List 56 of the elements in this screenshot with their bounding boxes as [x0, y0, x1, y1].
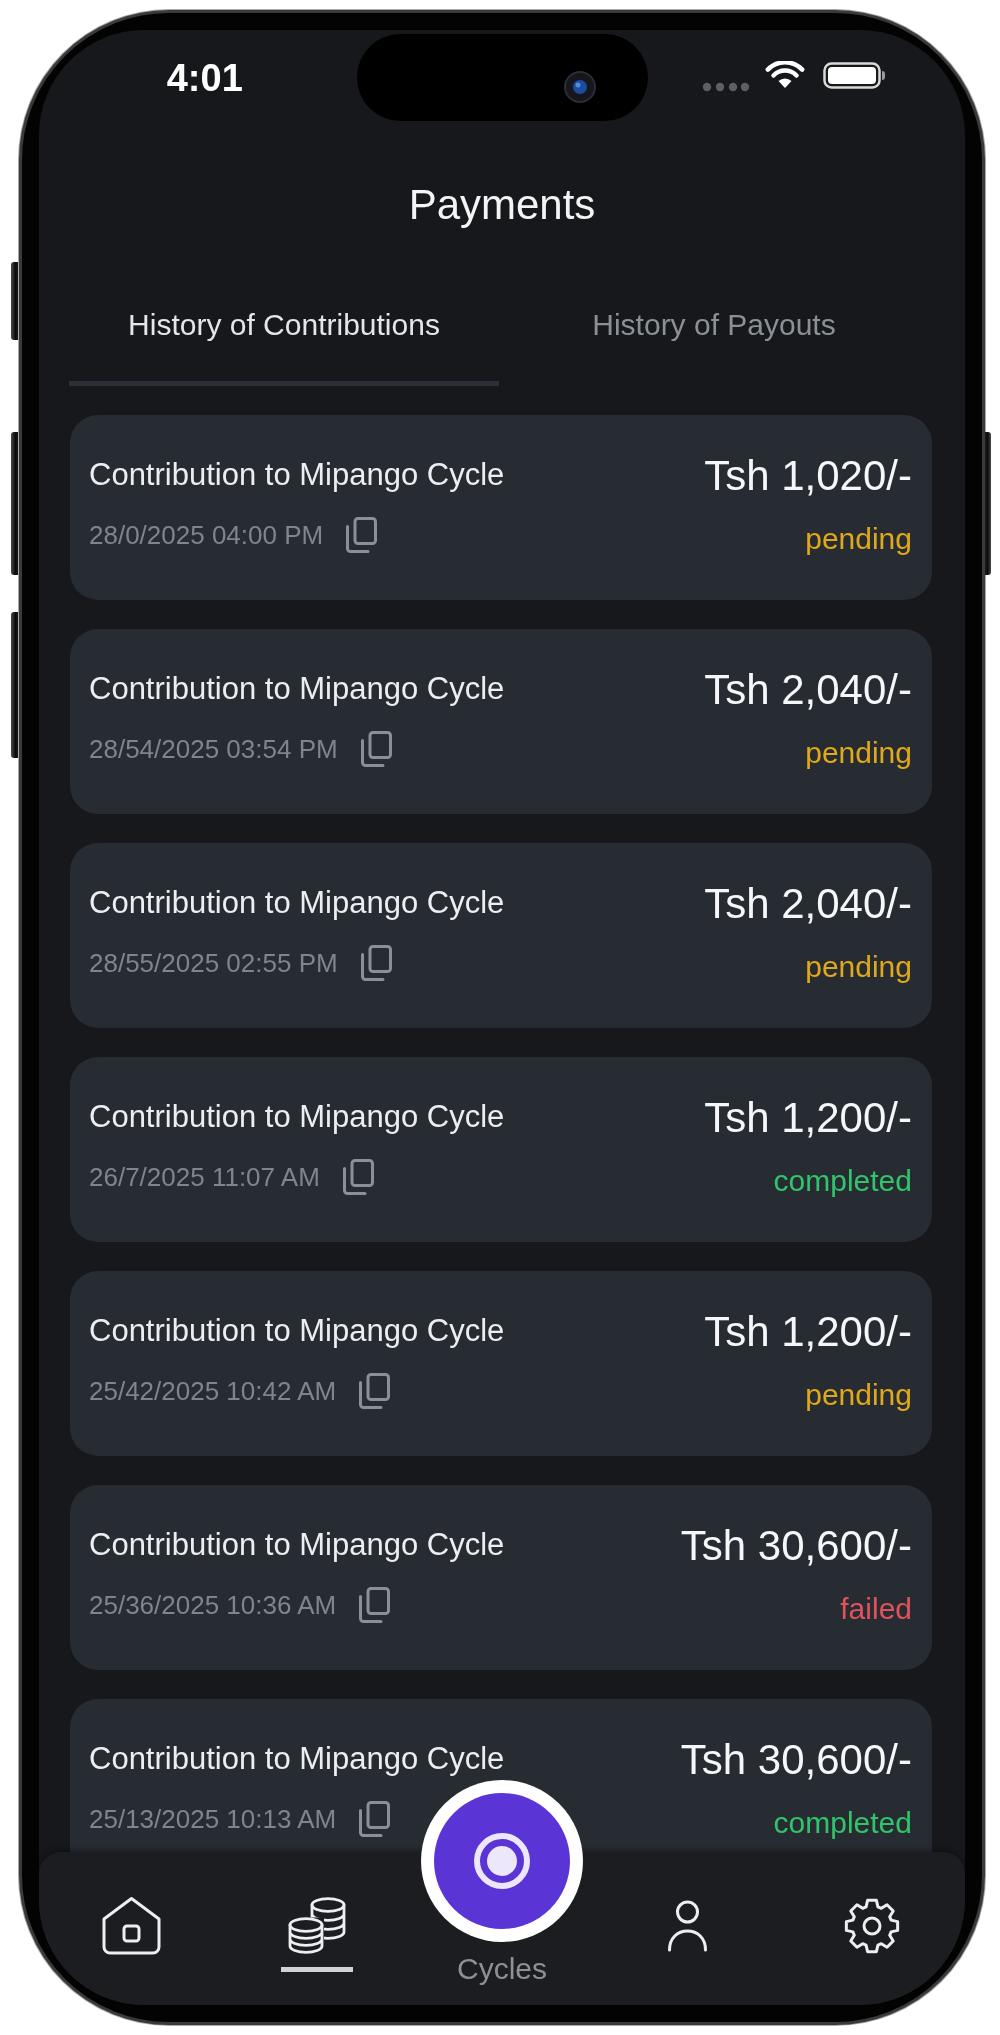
page-title: Payments: [408, 181, 596, 229]
payment-status: pending: [805, 949, 912, 985]
payment-amount: Tsh 30,600/-: [680, 1523, 912, 1569]
copy-icon[interactable]: [358, 730, 392, 768]
payment-status: failed: [840, 1591, 912, 1627]
payment-card[interactable]: Contribution to Mipango Cycle 25/13/2025 10:13 AM Tsh 30,600/- completed: [70, 1699, 932, 1852]
tab[interactable]: History of Payouts: [499, 305, 929, 386]
signal-icon: [702, 81, 751, 92]
payment-title: Contribution to Mipango Cycle: [89, 1741, 505, 1777]
copy-icon[interactable]: [340, 1158, 374, 1196]
payment-title: Contribution to Mipango Cycle: [89, 671, 505, 707]
home-icon: [101, 1896, 163, 1956]
target-icon: [421, 1780, 583, 1942]
payment-date: 28/55/2025 02:55 PM: [89, 947, 338, 979]
payment-card[interactable]: Contribution to Mipango Cycle 25/36/2025 10:36 AM Tsh 30,600/- failed: [70, 1485, 932, 1670]
payment-amount: Tsh 1,200/-: [704, 1309, 912, 1355]
payment-card[interactable]: Contribution to Mipango Cycle 26/7/2025 11:07 AM Tsh 1,200/- completed: [70, 1057, 932, 1242]
settings-icon: [844, 1898, 901, 1954]
copy-icon[interactable]: [357, 1586, 391, 1624]
payment-title: Contribution to Mipango Cycle: [89, 1099, 505, 1135]
payment-amount: Tsh 30,600/-: [680, 1737, 912, 1783]
payment-status: completed: [773, 1805, 912, 1841]
status-time: 4:01: [166, 55, 243, 100]
payment-date: 26/7/2025 11:07 AM: [89, 1161, 320, 1193]
wifi-icon: [765, 61, 806, 89]
copy-icon[interactable]: [358, 944, 392, 982]
copy-icon[interactable]: [344, 516, 378, 554]
camera-lens-icon: [563, 70, 596, 103]
copy-icon[interactable]: [357, 1372, 391, 1410]
payment-date: 25/36/2025 10:36 AM: [89, 1589, 337, 1621]
payment-status: completed: [773, 1163, 912, 1199]
payment-card[interactable]: Contribution to Mipango Cycle 28/0/2025 04:00 PM Tsh 1,020/- pending: [70, 415, 932, 600]
payment-status: pending: [805, 735, 912, 771]
payment-card[interactable]: Contribution to Mipango Cycle 28/54/2025 03:54 PM Tsh 2,040/- pending: [70, 629, 932, 814]
payment-title: Contribution to Mipango Cycle: [89, 1313, 505, 1349]
payment-date: 28/54/2025 03:54 PM: [89, 733, 338, 765]
payment-amount: Tsh 2,040/-: [704, 881, 912, 927]
nav-button[interactable]: [280, 1896, 353, 1972]
payment-card[interactable]: Contribution to Mipango Cycle 28/55/2025 02:55 PM Tsh 2,040/- pending: [70, 843, 932, 1028]
battery-icon: [823, 61, 887, 89]
payment-amount: Tsh 1,020/-: [704, 453, 912, 499]
payment-date: 28/0/2025 04:00 PM: [89, 519, 324, 551]
payment-card[interactable]: Contribution to Mipango Cycle 25/42/2025 10:42 AM Tsh 1,200/- pending: [70, 1271, 932, 1456]
payment-date: 25/42/2025 10:42 AM: [89, 1375, 337, 1407]
payment-amount: Tsh 2,040/-: [704, 667, 912, 713]
person-icon: [666, 1900, 708, 1952]
payment-status: pending: [805, 521, 912, 557]
payment-date: 25/13/2025 10:13 AM: [89, 1803, 337, 1835]
tab[interactable]: History of Contributions: [69, 305, 499, 386]
coins-icon: [286, 1897, 347, 1955]
payment-title: Contribution to Mipango Cycle: [89, 1527, 505, 1563]
payment-title: Contribution to Mipango Cycle: [89, 457, 505, 493]
payment-amount: Tsh 1,200/-: [704, 1095, 912, 1141]
payment-status: pending: [805, 1377, 912, 1413]
copy-icon[interactable]: [357, 1800, 391, 1838]
payment-title: Contribution to Mipango Cycle: [89, 885, 505, 921]
